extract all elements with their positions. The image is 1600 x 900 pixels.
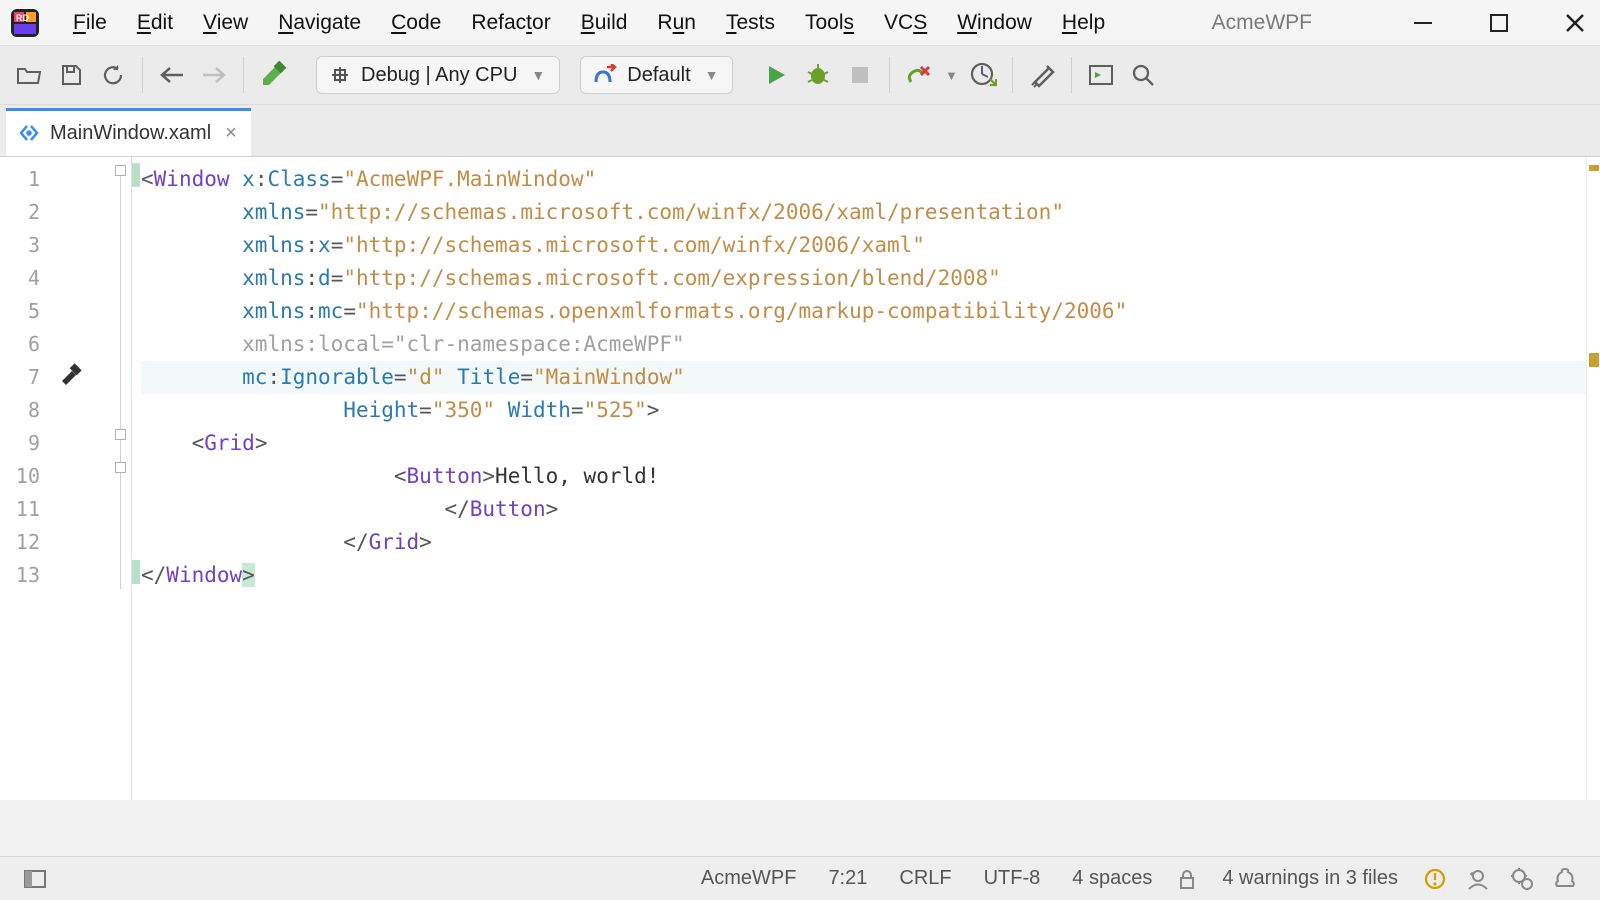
- code-line[interactable]: xmlns:mc="http://schemas.openxmlformats.…: [141, 295, 1586, 328]
- menu-edit[interactable]: Edit: [122, 5, 188, 41]
- menu-code[interactable]: Code: [376, 5, 456, 41]
- inspection-profile-icon[interactable]: [1456, 868, 1500, 890]
- xaml-file-icon: [18, 123, 40, 143]
- line-number[interactable]: 4: [0, 262, 50, 295]
- editor-area: 12345678910111213 <Window x:Class="AcmeW…: [0, 157, 1600, 800]
- menu-refactor[interactable]: Refactor: [456, 5, 565, 41]
- run-anything-button[interactable]: [1080, 54, 1122, 96]
- code-line[interactable]: xmlns:x="http://schemas.microsoft.com/wi…: [141, 229, 1586, 262]
- line-number[interactable]: 12: [0, 526, 50, 559]
- tool-window-toggle-button[interactable]: [14, 870, 56, 888]
- code-line[interactable]: xmlns:local="clr-namespace:AcmeWPF": [141, 328, 1586, 361]
- menu-tests[interactable]: Tests: [711, 5, 790, 41]
- build-solution-button[interactable]: [252, 54, 294, 96]
- code-line[interactable]: </Button>: [141, 493, 1586, 526]
- chevron-down-icon: ▼: [531, 67, 545, 83]
- close-tab-button[interactable]: ×: [221, 122, 241, 145]
- code-line[interactable]: <Button>Hello, world!: [141, 460, 1586, 493]
- tab-mainwindow-xaml[interactable]: MainWindow.xaml ×: [6, 110, 251, 156]
- code-line[interactable]: <Grid>: [141, 427, 1586, 460]
- save-all-button[interactable]: [50, 54, 92, 96]
- build-config-select[interactable]: Debug | Any CPU ▼: [316, 56, 560, 94]
- status-project[interactable]: AcmeWPF: [685, 867, 813, 890]
- menu-tools[interactable]: Tools: [790, 5, 869, 41]
- code-line[interactable]: Height="350" Width="525">: [141, 394, 1586, 427]
- run-config-label: Default: [627, 64, 690, 87]
- forward-button[interactable]: [193, 54, 235, 96]
- lock-icon[interactable]: [1168, 869, 1206, 889]
- icon-gutter: [50, 157, 114, 800]
- minimize-button[interactable]: [1412, 12, 1434, 34]
- menu-vcs[interactable]: VCS: [869, 5, 942, 41]
- status-warnings[interactable]: 4 warnings in 3 files: [1206, 867, 1414, 890]
- line-number[interactable]: 5: [0, 295, 50, 328]
- code-line[interactable]: xmlns:d="http://schemas.microsoft.com/ex…: [141, 262, 1586, 295]
- error-stripe[interactable]: [1586, 157, 1600, 800]
- status-bar: AcmeWPF 7:21 CRLF UTF-8 4 spaces 4 warni…: [0, 856, 1600, 900]
- status-encoding[interactable]: UTF-8: [968, 867, 1057, 890]
- menu-run[interactable]: Run: [642, 5, 711, 41]
- tab-label: MainWindow.xaml: [50, 122, 211, 145]
- menu-help[interactable]: Help: [1047, 5, 1120, 41]
- build-config-label: Debug | Any CPU: [361, 64, 517, 87]
- line-number[interactable]: 9: [0, 427, 50, 460]
- menubar: RD FileEditViewNavigateCodeRefactorBuild…: [0, 0, 1600, 45]
- build-line-marker-icon[interactable]: [56, 361, 82, 392]
- warning-indicator-icon[interactable]: [1414, 868, 1456, 890]
- line-number[interactable]: 8: [0, 394, 50, 427]
- change-marker-bar: [132, 157, 141, 800]
- close-button[interactable]: [1564, 12, 1586, 34]
- line-number[interactable]: 2: [0, 196, 50, 229]
- editor-tabs: MainWindow.xaml ×: [0, 105, 1600, 157]
- code-line[interactable]: </Window>: [141, 559, 1586, 592]
- run-config-select[interactable]: Default ▼: [580, 56, 733, 94]
- background-tasks-icon[interactable]: [1500, 867, 1544, 891]
- line-number[interactable]: 1: [0, 163, 50, 196]
- app-logo-icon: RD: [8, 6, 42, 40]
- menu-build[interactable]: Build: [566, 5, 643, 41]
- open-button[interactable]: [8, 54, 50, 96]
- notifications-icon[interactable]: [1544, 868, 1586, 890]
- profile-button[interactable]: [962, 54, 1004, 96]
- menu-view[interactable]: View: [188, 5, 263, 41]
- line-number[interactable]: 6: [0, 328, 50, 361]
- stop-button[interactable]: [839, 54, 881, 96]
- menu-window[interactable]: Window: [942, 5, 1047, 41]
- back-button[interactable]: [151, 54, 193, 96]
- code-editor[interactable]: <Window x:Class="AcmeWPF.MainWindow" xml…: [141, 157, 1586, 800]
- code-cleanup-drop[interactable]: ▼: [940, 54, 962, 96]
- status-caret-pos[interactable]: 7:21: [812, 867, 883, 890]
- line-number[interactable]: 3: [0, 229, 50, 262]
- svg-text:RD: RD: [16, 13, 29, 23]
- search-everywhere-button[interactable]: [1122, 54, 1164, 96]
- line-number-gutter[interactable]: 12345678910111213: [0, 157, 50, 800]
- line-number[interactable]: 10: [0, 460, 50, 493]
- menu-navigate[interactable]: Navigate: [263, 5, 376, 41]
- code-cleanup-button[interactable]: [898, 54, 940, 96]
- code-line[interactable]: <Window x:Class="AcmeWPF.MainWindow": [141, 163, 1586, 196]
- refresh-button[interactable]: [92, 54, 134, 96]
- settings-button[interactable]: [1021, 54, 1063, 96]
- maximize-button[interactable]: [1489, 13, 1509, 33]
- run-button[interactable]: [755, 54, 797, 96]
- fold-gutter[interactable]: [114, 157, 132, 800]
- toolbar: Debug | Any CPU ▼ Default ▼ ▼: [0, 45, 1600, 105]
- project-name: AcmeWPF: [1212, 11, 1312, 35]
- chevron-down-icon: ▼: [705, 67, 719, 83]
- status-line-sep[interactable]: CRLF: [883, 867, 967, 890]
- status-indent[interactable]: 4 spaces: [1056, 867, 1168, 890]
- debug-button[interactable]: [797, 54, 839, 96]
- line-number[interactable]: 11: [0, 493, 50, 526]
- line-number[interactable]: 13: [0, 559, 50, 592]
- line-number[interactable]: 7: [0, 361, 50, 394]
- code-line[interactable]: </Grid>: [141, 526, 1586, 559]
- code-line[interactable]: xmlns="http://schemas.microsoft.com/winf…: [141, 196, 1586, 229]
- menu-file[interactable]: File: [58, 5, 122, 41]
- code-line[interactable]: mc:Ignorable="d" Title="MainWindow": [141, 361, 1586, 394]
